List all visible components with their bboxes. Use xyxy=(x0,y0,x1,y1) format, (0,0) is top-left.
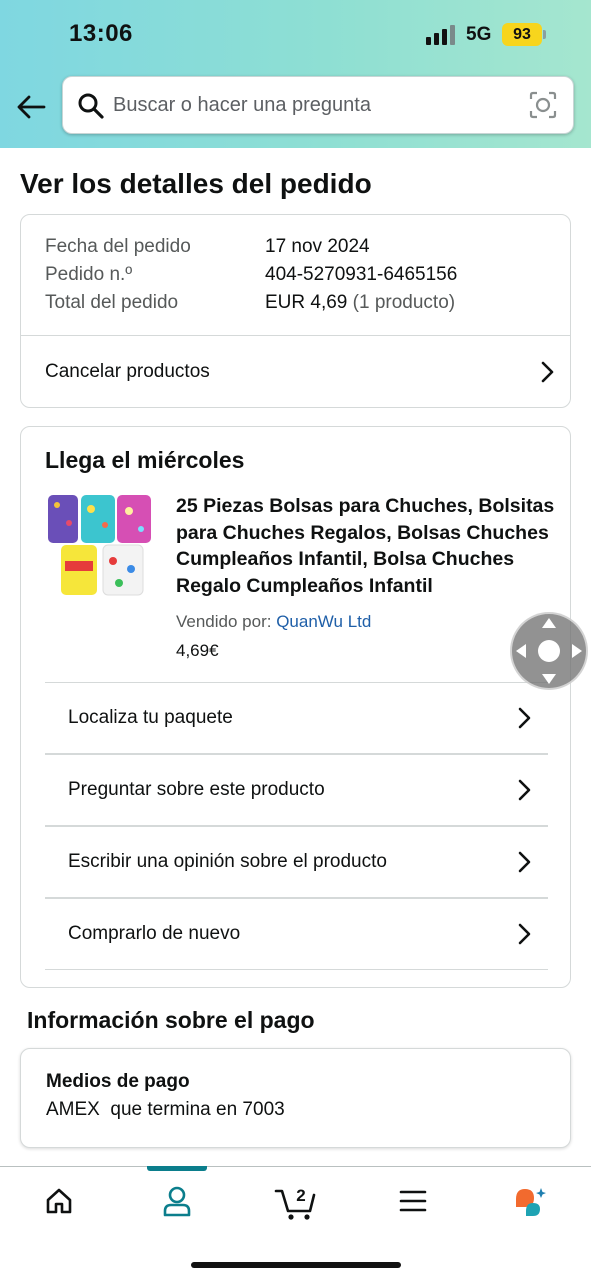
order-total-count: (1 producto) xyxy=(352,292,456,313)
product-title[interactable]: 25 Piezas Bolsas para Chuches, Bolsitas … xyxy=(176,493,556,599)
cancel-products-label: Cancelar productos xyxy=(45,361,210,382)
chevron-right-icon xyxy=(518,923,531,945)
ask-product-label: Preguntar sobre este producto xyxy=(68,779,325,800)
ai-assistant-icon xyxy=(516,1188,546,1216)
chevron-right-icon xyxy=(518,851,531,873)
tab-cart[interactable]: 2 xyxy=(266,1179,326,1223)
ask-product-row[interactable]: Preguntar sobre este producto xyxy=(68,755,532,825)
order-total-amount: EUR 4,69 xyxy=(265,292,348,313)
buy-again-row[interactable]: Comprarlo de nuevo xyxy=(68,899,532,969)
cart-count: 2 xyxy=(296,1186,305,1205)
status-time: 13:06 xyxy=(69,20,133,47)
seller-link[interactable]: QuanWu Ltd xyxy=(276,612,371,631)
order-number-label: Pedido n.º xyxy=(45,264,133,285)
payment-methods-value: AMEX que termina en 7003 xyxy=(46,1099,285,1120)
battery-level: 93 xyxy=(502,23,542,46)
delivery-card: Llega el miércoles 25 Piezas Bolsas para… xyxy=(20,426,571,988)
camera-scan-icon[interactable] xyxy=(529,91,557,119)
active-tab-indicator xyxy=(147,1166,207,1171)
chevron-right-icon xyxy=(541,361,554,383)
cancel-products-row[interactable]: Cancelar productos xyxy=(45,336,555,408)
search-input[interactable] xyxy=(113,85,523,125)
person-icon xyxy=(163,1186,191,1217)
chevron-right-icon xyxy=(518,707,531,729)
page-title: Ver los detalles del pedido xyxy=(20,168,372,199)
delivery-title: Llega el miércoles xyxy=(45,447,245,473)
search-icon xyxy=(78,93,104,119)
tab-home[interactable] xyxy=(29,1179,89,1223)
product-thumbnail[interactable] xyxy=(45,493,155,601)
order-date-label: Fecha del pedido xyxy=(45,236,191,257)
product-price: 4,69€ xyxy=(176,641,219,660)
order-summary-card: Fecha del pedido 17 nov 2024 Pedido n.º … xyxy=(20,214,571,408)
menu-icon xyxy=(399,1190,427,1212)
network-type: 5G xyxy=(466,24,492,45)
battery-tip xyxy=(543,30,546,39)
chevron-right-icon xyxy=(518,779,531,801)
tab-account[interactable] xyxy=(147,1179,207,1223)
home-icon xyxy=(46,1188,72,1214)
search-bar[interactable] xyxy=(62,76,574,134)
order-total-value: EUR 4,69 (1 producto) xyxy=(265,292,455,314)
order-total-label: Total del pedido xyxy=(45,292,179,313)
assistive-touch-joystick[interactable] xyxy=(510,612,588,690)
home-indicator xyxy=(191,1262,401,1268)
back-arrow-icon xyxy=(17,95,46,119)
write-review-label: Escribir una opinión sobre el producto xyxy=(68,851,387,872)
seller-info: Vendido por: QuanWu Ltd xyxy=(176,612,371,632)
payment-methods-card[interactable]: Medios de pago AMEX que termina en 7003 xyxy=(20,1048,571,1148)
cellular-signal-icon xyxy=(426,25,455,45)
back-button[interactable] xyxy=(12,88,50,126)
actions-divider xyxy=(45,969,548,970)
payment-methods-label: Medios de pago xyxy=(46,1071,190,1092)
tab-menu[interactable] xyxy=(383,1179,443,1223)
track-package-row[interactable]: Localiza tu paquete xyxy=(68,683,532,753)
app-header: 13:06 5G 93 xyxy=(0,0,591,148)
write-review-row[interactable]: Escribir una opinión sobre el producto xyxy=(68,827,532,897)
tab-rufus[interactable] xyxy=(500,1179,560,1223)
directional-pad-icon xyxy=(516,618,582,684)
track-package-label: Localiza tu paquete xyxy=(68,707,233,728)
sold-by-label: Vendido por: xyxy=(176,612,272,631)
order-date-value: 17 nov 2024 xyxy=(265,236,370,257)
buy-again-label: Comprarlo de nuevo xyxy=(68,923,241,944)
order-number-value: 404-5270931-6465156 xyxy=(265,264,458,285)
cart-icon: 2 xyxy=(274,1186,316,1220)
payment-section-title: Información sobre el pago xyxy=(27,1007,315,1033)
